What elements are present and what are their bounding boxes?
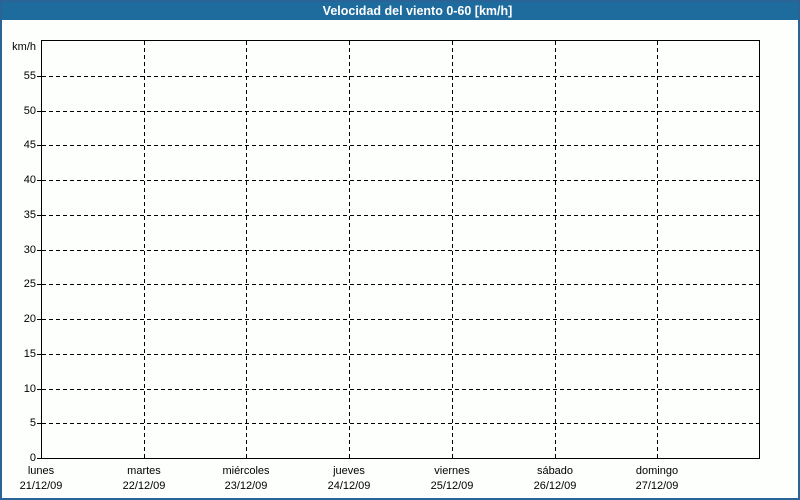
x-tick-day: miércoles (222, 465, 270, 477)
y-tick-mark (37, 111, 41, 112)
x-tick-label: lunes 21/12/09 (20, 464, 63, 494)
x-tick-day: sábado (536, 465, 574, 477)
x-tick-label: viernes 25/12/09 (431, 464, 474, 494)
x-tick-label: sábado 26/12/09 (534, 464, 577, 494)
y-tick-mark (37, 458, 41, 459)
y-tick-mark (37, 145, 41, 146)
x-tick-date: 24/12/09 (327, 480, 371, 492)
y-tick-label: 25 (23, 278, 36, 290)
y-tick-mark (37, 180, 41, 181)
x-tick-day: martes (127, 465, 161, 477)
x-tick-date: 23/12/09 (224, 480, 268, 492)
x-tick-date: 21/12/09 (19, 480, 63, 492)
x-tick-day: lunes (27, 465, 55, 477)
y-tick-mark (37, 354, 41, 355)
y-tick-mark (37, 76, 41, 77)
x-tick-day: domingo (635, 465, 679, 477)
x-tick-day: viernes (434, 465, 470, 477)
y-tick-label: 55 (23, 70, 36, 82)
y-tick-label: 0 (29, 452, 36, 464)
x-tick-label: domingo 27/12/09 (636, 464, 679, 494)
y-tick-label: 5 (29, 417, 36, 429)
x-tick-label: martes 22/12/09 (123, 464, 166, 494)
y-tick-label: 40 (23, 174, 36, 186)
x-tick-date: 27/12/09 (635, 480, 679, 492)
y-tick-label: 10 (23, 383, 36, 395)
y-tick-label: 35 (23, 209, 36, 221)
x-tick-date: 22/12/09 (122, 480, 166, 492)
chart-title: Velocidad del viento 0-60 [km/h] (322, 4, 513, 18)
chart-window: Velocidad del viento 0-60 [km/h] km/h 0 5… (0, 0, 800, 500)
y-tick-mark (37, 319, 41, 320)
x-tick-label: miércoles 23/12/09 (222, 464, 269, 494)
x-tick-date: 25/12/09 (430, 480, 474, 492)
y-tick-label: 50 (23, 105, 36, 117)
y-tick-label: 45 (23, 139, 36, 151)
y-tick-label: 15 (23, 348, 36, 360)
x-tick-day: jueves (333, 465, 365, 477)
y-tick-mark (37, 284, 41, 285)
y-tick-mark (37, 389, 41, 390)
y-tick-mark (37, 423, 41, 424)
y-axis-unit-label: km/h (12, 41, 36, 53)
x-tick-label: jueves 24/12/09 (328, 464, 371, 494)
y-tick-label: 30 (23, 244, 36, 256)
plot-area (41, 40, 760, 459)
chart-title-bar: Velocidad del viento 0-60 [km/h] (2, 2, 798, 20)
x-tick-date: 26/12/09 (533, 480, 577, 492)
y-tick-label: 20 (23, 313, 36, 325)
y-tick-mark (37, 215, 41, 216)
y-tick-mark (37, 250, 41, 251)
